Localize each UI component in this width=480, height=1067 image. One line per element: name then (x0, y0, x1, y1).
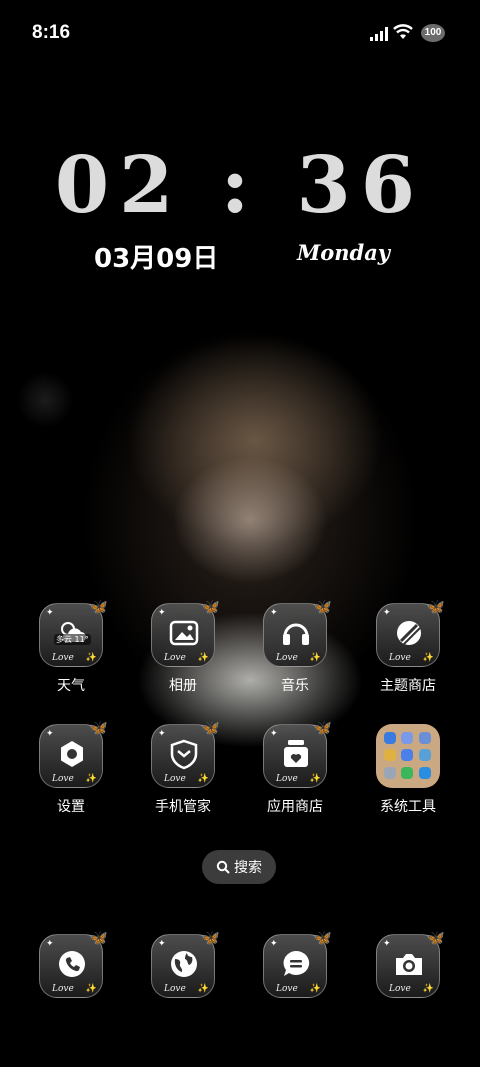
dock-browser[interactable]: ✦ Love ✨ 🦋 (133, 929, 233, 998)
app-app-store[interactable]: ✦ Love ✨ 🦋 应用商店 (245, 719, 345, 816)
search-label: 搜索 (234, 860, 262, 876)
status-time: 8:16 (32, 22, 71, 43)
weather-badge: 多云 11° (54, 634, 91, 645)
settings-icon: ✦ Love ✨ 🦋 (39, 719, 108, 788)
messages-icon: ✦ Love ✨ 🦋 (263, 929, 332, 998)
music-icon: ✦ Love ✨ 🦋 (263, 598, 332, 667)
butterfly-icon: 🦋 (89, 719, 108, 737)
app-phone-manager[interactable]: ✦ Love ✨ 🦋 手机管家 (133, 719, 233, 816)
butterfly-icon: 🦋 (201, 929, 220, 947)
folder-icon (376, 724, 440, 788)
app-label: 系统工具 (380, 799, 436, 815)
app-weather[interactable]: ✦ 多云 11° Love ✨ 🦋 天气 (21, 598, 121, 695)
app-label: 相册 (169, 678, 197, 694)
dock-messages[interactable]: ✦ Love ✨ 🦋 (245, 929, 345, 998)
battery-icon: 100 (421, 24, 445, 42)
app-label: 天气 (57, 678, 85, 694)
butterfly-icon: 🦋 (313, 929, 332, 947)
app-theme-store[interactable]: ✦ Love ✨ 🦋 主题商店 (358, 598, 458, 695)
app-label: 设置 (57, 799, 85, 815)
butterfly-icon: 🦋 (201, 598, 220, 616)
butterfly-icon: 🦋 (201, 719, 220, 737)
app-music[interactable]: ✦ Love ✨ 🦋 音乐 (245, 598, 345, 695)
status-bar: 8:16 100 (0, 0, 480, 68)
app-settings[interactable]: ✦ Love ✨ 🦋 设置 (21, 719, 121, 816)
butterfly-icon: 🦋 (426, 598, 445, 616)
app-gallery[interactable]: ✦ Love ✨ 🦋 相册 (133, 598, 233, 695)
phone-icon: ✦ Love ✨ 🦋 (39, 929, 108, 998)
butterfly-icon: 🦋 (313, 719, 332, 737)
clock-widget-date: 03月09日 (94, 244, 219, 274)
wifi-icon (393, 24, 413, 39)
cellular-signal-icon (370, 27, 388, 41)
theme-store-icon: ✦ Love ✨ 🦋 (376, 598, 445, 667)
camera-icon: ✦ Love ✨ 🦋 (376, 929, 445, 998)
butterfly-icon: 🦋 (89, 929, 108, 947)
clock-widget-time[interactable]: 02 : 36 (0, 140, 480, 231)
app-label: 主题商店 (380, 678, 436, 694)
search-button[interactable]: 搜索 (202, 850, 276, 884)
gallery-icon: ✦ Love ✨ 🦋 (151, 598, 220, 667)
app-label: 应用商店 (267, 799, 323, 815)
clock-widget-weekday: Monday (297, 240, 391, 265)
weather-icon: ✦ 多云 11° Love ✨ 🦋 (39, 598, 108, 667)
butterfly-icon: 🦋 (426, 929, 445, 947)
app-label: 手机管家 (155, 799, 211, 815)
butterfly-icon: 🦋 (89, 598, 108, 616)
app-system-tools-folder[interactable]: 系统工具 (358, 724, 458, 816)
butterfly-icon: 🦋 (313, 598, 332, 616)
dock-camera[interactable]: ✦ Love ✨ 🦋 (358, 929, 458, 998)
browser-icon: ✦ Love ✨ 🦋 (151, 929, 220, 998)
search-icon (216, 860, 230, 874)
dock-phone[interactable]: ✦ Love ✨ 🦋 (21, 929, 121, 998)
app-label: 音乐 (281, 678, 309, 694)
app-store-icon: ✦ Love ✨ 🦋 (263, 719, 332, 788)
phone-manager-icon: ✦ Love ✨ 🦋 (151, 719, 220, 788)
